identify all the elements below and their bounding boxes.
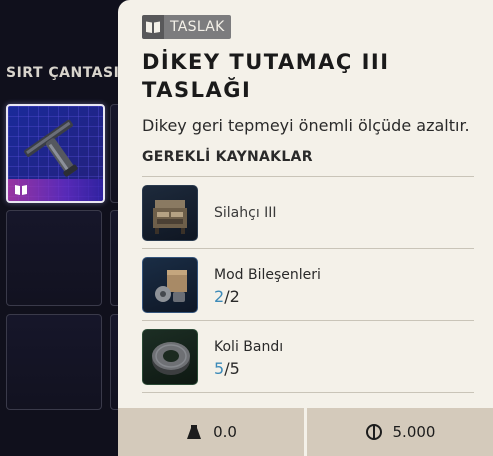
duct-tape-icon — [142, 329, 198, 385]
resource-row: Silahçı III — [142, 185, 474, 243]
item-title: DİKEY TUTAMAÇ III TASLAĞI — [142, 50, 390, 102]
blueprint-tag: TASLAK — [142, 15, 231, 39]
resource-count: 5/5 — [214, 359, 240, 378]
resource-name: Koli Bandı — [214, 339, 284, 355]
weight-cell: 0.0 — [118, 408, 304, 456]
divider — [142, 320, 474, 321]
inventory-slot[interactable] — [6, 314, 102, 410]
inventory-slot[interactable] — [6, 210, 102, 306]
resource-name: Mod Bileşenleri — [214, 267, 321, 283]
divider — [142, 392, 474, 393]
blueprint-badge-icon — [15, 185, 27, 195]
resource-have: 2 — [214, 287, 225, 306]
backpack-title: SIRT ÇANTASI — [6, 65, 120, 81]
resource-name: Silahçı III — [214, 205, 277, 221]
vertical-grip-item-icon — [24, 119, 78, 177]
tooltip-footer: 0.0 5.000 — [118, 408, 493, 456]
item-description: Dikey geri tepmeyi önemli ölçüde azaltır… — [142, 116, 470, 135]
tag-label: TASLAK — [164, 15, 231, 39]
divider — [142, 176, 474, 177]
weight-icon — [187, 425, 202, 439]
resource-need: 2 — [229, 287, 240, 306]
blueprint-book-icon — [142, 15, 164, 39]
currency-icon — [365, 424, 382, 440]
mod-components-icon — [142, 257, 198, 313]
inventory-slot-selected[interactable] — [6, 104, 105, 203]
price-value: 5.000 — [392, 423, 436, 441]
required-resources-header: GEREKLİ KAYNAKLAR — [142, 149, 313, 165]
weight-value: 0.0 — [213, 423, 237, 441]
resource-count: 2/2 — [214, 287, 240, 306]
price-cell: 5.000 — [304, 408, 493, 456]
gunsmith-workbench-icon — [142, 185, 198, 241]
divider — [142, 248, 474, 249]
resource-have: 5 — [214, 359, 225, 378]
resource-row: Mod Bileşenleri 2/2 — [142, 257, 474, 315]
resource-need: 5 — [229, 359, 240, 378]
item-tooltip-panel: TASLAK DİKEY TUTAMAÇ III TASLAĞI Dikey g… — [118, 0, 493, 456]
resource-row: Koli Bandı 5/5 — [142, 329, 474, 387]
